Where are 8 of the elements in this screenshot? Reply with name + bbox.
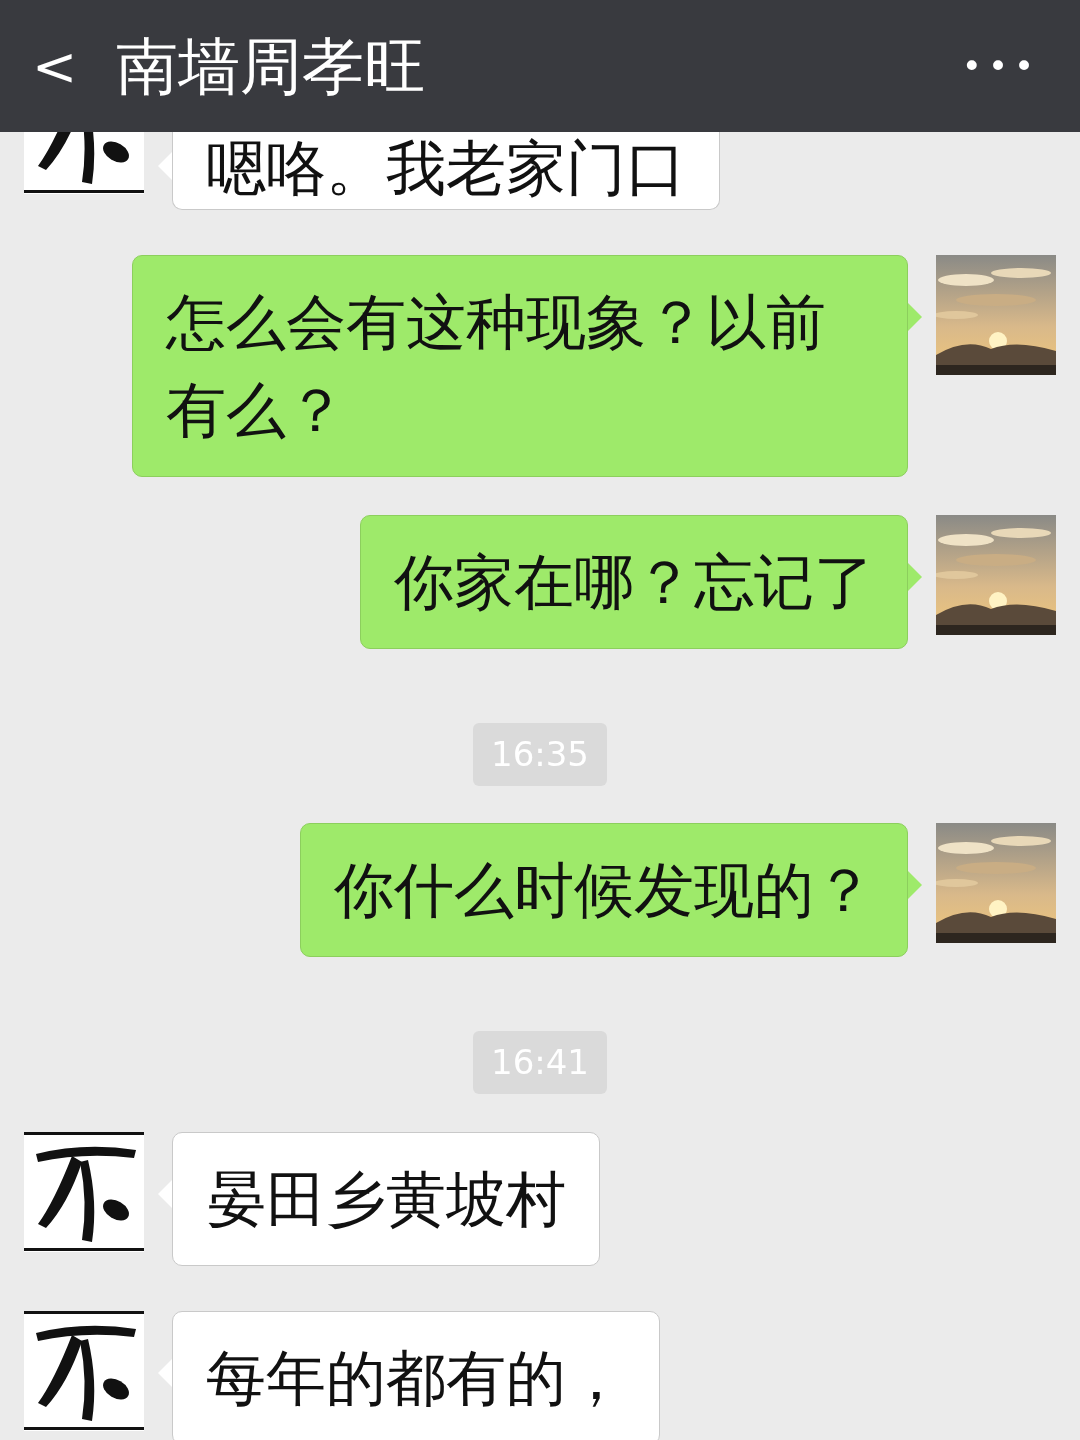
back-button[interactable]: < (32, 25, 92, 107)
message-bubble: 嗯咯。我老家门口 (158, 132, 720, 210)
more-button[interactable]: ••• (961, 40, 1040, 92)
chat-title: 南墙周孝旺 (116, 28, 426, 105)
message-bubble: 你什么时候发现的？ (300, 823, 922, 957)
message-bubble: 你家在哪？忘记了 (360, 515, 922, 649)
message-bubble: 晏田乡黄坡村 (158, 1132, 600, 1266)
message-bubble: 怎么会有这种现象？以前有么？ (132, 255, 922, 477)
